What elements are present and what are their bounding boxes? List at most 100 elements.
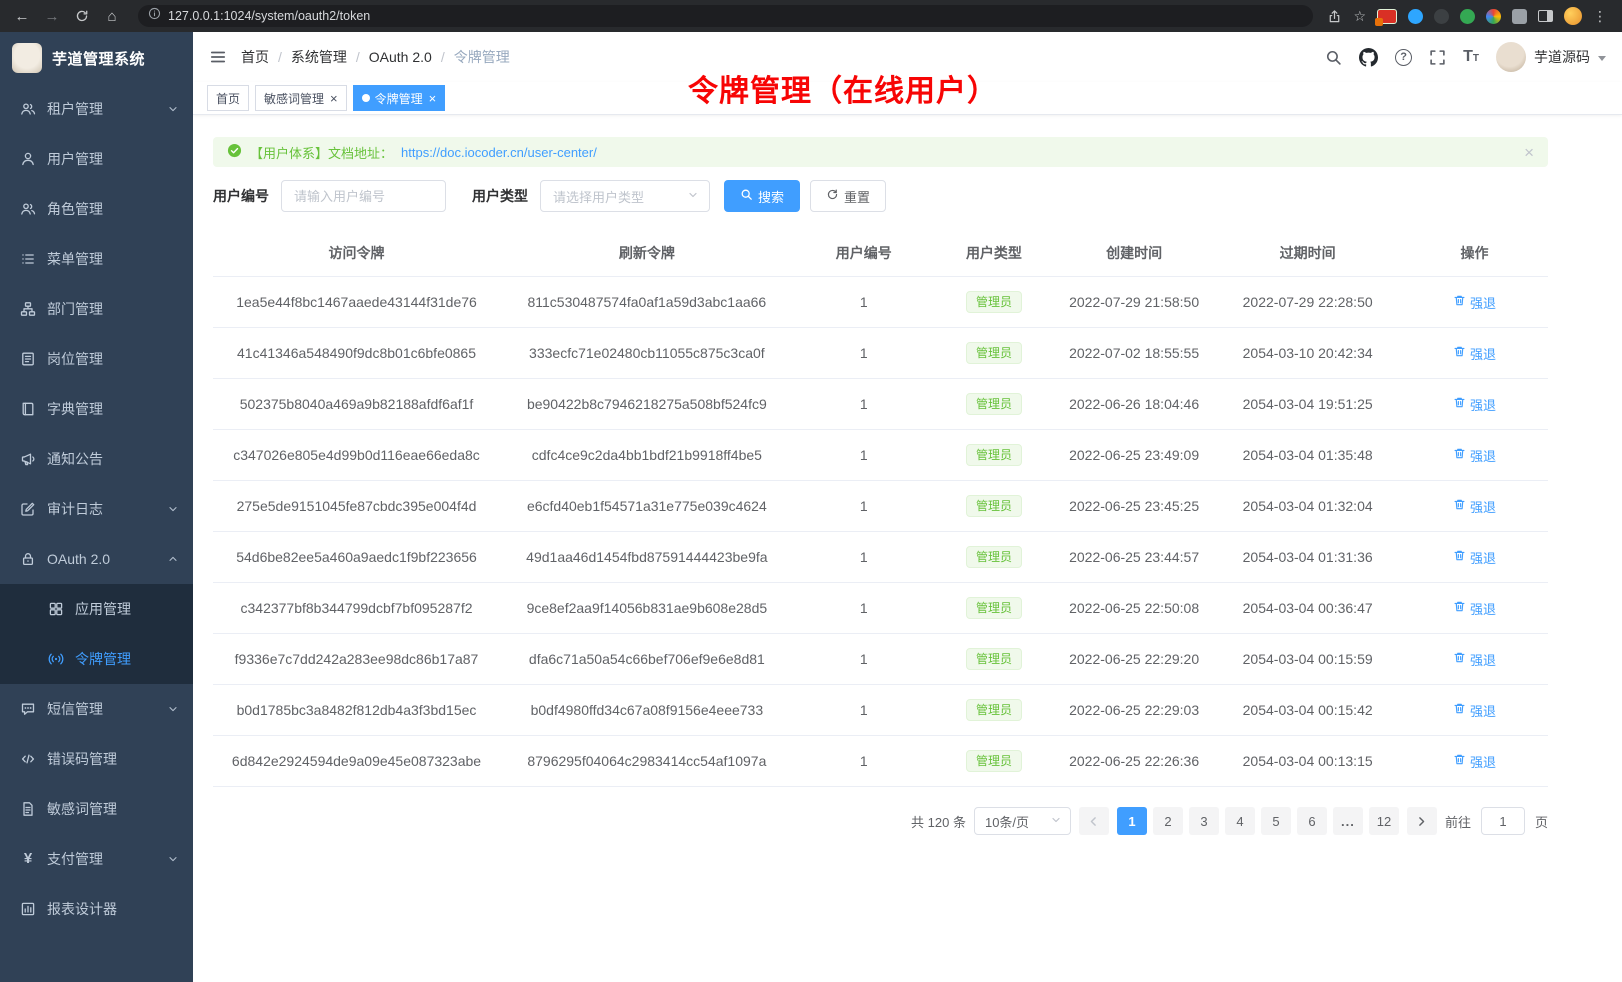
sidebar-item-3[interactable]: 菜单管理 xyxy=(0,234,193,284)
badge-icon xyxy=(20,351,36,367)
user-type-select[interactable]: 请选择用户类型 xyxy=(540,180,710,212)
font-size-icon[interactable]: TT xyxy=(1463,49,1479,65)
sidebar-item-14[interactable]: 敏感词管理 xyxy=(0,784,193,834)
close-tab-icon[interactable]: × xyxy=(330,92,338,105)
sidebar-item-7[interactable]: 通知公告 xyxy=(0,434,193,484)
page-button-6[interactable]: 6 xyxy=(1297,807,1327,835)
page-button-3[interactable]: 3 xyxy=(1189,807,1219,835)
search-icon[interactable] xyxy=(1325,49,1342,66)
alert-link[interactable]: https://doc.iocoder.cn/user-center/ xyxy=(401,145,597,160)
message-icon xyxy=(20,701,36,717)
force-logout-button[interactable]: 强退 xyxy=(1453,395,1496,414)
sidebar-item-11[interactable]: 令牌管理 xyxy=(0,634,193,684)
sidebar-item-9[interactable]: OAuth 2.0 xyxy=(0,534,193,584)
browser-profile-avatar[interactable] xyxy=(1564,7,1582,25)
app-logo[interactable]: 芋道管理系统 xyxy=(0,32,193,84)
extension-icon-dark[interactable] xyxy=(1434,9,1449,24)
info-alert: 【用户体系】文档地址： https://doc.iocoder.cn/user-… xyxy=(213,137,1548,167)
extension-icon-multicolor[interactable] xyxy=(1486,9,1501,24)
prev-page-button[interactable] xyxy=(1079,807,1109,835)
force-logout-button[interactable]: 强退 xyxy=(1453,752,1496,771)
browser-menu-icon[interactable]: ⋮ xyxy=(1593,8,1608,25)
forward-button[interactable]: → xyxy=(40,9,64,24)
refresh-token-cell: dfa6c71a50a54c66bef706ef9e6e8d81 xyxy=(500,634,794,685)
tab-1[interactable]: 敏感词管理× xyxy=(255,85,347,111)
share-icon[interactable] xyxy=(1327,9,1342,24)
force-logout-button[interactable]: 强退 xyxy=(1453,293,1496,312)
breadcrumb-item-2[interactable]: OAuth 2.0 xyxy=(369,49,432,65)
table-row: 275e5de9151045fe87cbdc395e004f4de6cfd40e… xyxy=(213,481,1548,532)
sidebar-item-13[interactable]: 错误码管理 xyxy=(0,734,193,784)
user-menu[interactable]: 芋道源码 xyxy=(1496,42,1606,72)
page-more-button[interactable]: ... xyxy=(1333,807,1363,835)
sidebar-item-4[interactable]: 部门管理 xyxy=(0,284,193,334)
sidebar-item-10[interactable]: 应用管理 xyxy=(0,584,193,634)
github-icon[interactable] xyxy=(1359,48,1378,67)
force-logout-button[interactable]: 强退 xyxy=(1453,497,1496,516)
sidebar-item-label: OAuth 2.0 xyxy=(47,551,110,567)
help-icon[interactable]: ? xyxy=(1395,49,1412,66)
sidebar-item-6[interactable]: 字典管理 xyxy=(0,384,193,434)
bookmark-star-icon[interactable]: ☆ xyxy=(1353,8,1366,25)
page-button-4[interactable]: 4 xyxy=(1225,807,1255,835)
force-logout-button[interactable]: 强退 xyxy=(1453,701,1496,720)
refresh-token-cell: 333ecfc71e02480cb11055c875c3ca0f xyxy=(500,328,794,379)
create-time-cell: 2022-06-25 23:45:25 xyxy=(1054,481,1214,532)
sidebar-item-8[interactable]: 审计日志 xyxy=(0,484,193,534)
reset-button[interactable]: 重置 xyxy=(810,180,886,212)
page-button-5[interactable]: 5 xyxy=(1261,807,1291,835)
table-row: c342377bf8b344799dcbf7bf095287f29ce8ef2a… xyxy=(213,583,1548,634)
home-button[interactable]: ⌂ xyxy=(100,9,124,24)
fullscreen-icon[interactable] xyxy=(1429,49,1446,66)
refresh-token-cell: 8796295f04064c2983414cc54af1097a xyxy=(500,736,794,787)
close-tab-icon[interactable]: × xyxy=(429,92,437,105)
force-logout-button[interactable]: 强退 xyxy=(1453,344,1496,363)
user-id-input[interactable] xyxy=(281,180,446,212)
extension-icon-red[interactable] xyxy=(1377,9,1397,24)
breadcrumb-item-1[interactable]: 系统管理 xyxy=(291,47,347,67)
user-id-cell: 1 xyxy=(794,328,934,379)
user-id-cell: 1 xyxy=(794,634,934,685)
access-token-cell: f9336e7c7dd242a283ee98dc86b17a87 xyxy=(213,634,500,685)
tab-0[interactable]: 首页 xyxy=(207,85,249,111)
create-time-cell: 2022-06-25 22:29:03 xyxy=(1054,685,1214,736)
back-button[interactable]: ← xyxy=(10,9,34,24)
sidebar-item-1[interactable]: 用户管理 xyxy=(0,134,193,184)
filter-bar: 用户编号 用户类型 请选择用户类型 搜索 重置 xyxy=(213,180,1548,212)
collapse-sidebar-icon[interactable] xyxy=(209,48,227,66)
action-cell: 强退 xyxy=(1401,736,1548,787)
user-type-badge: 管理员 xyxy=(966,546,1022,568)
extensions-puzzle-icon[interactable] xyxy=(1512,9,1527,24)
next-page-button[interactable] xyxy=(1407,807,1437,835)
site-info-icon[interactable] xyxy=(148,7,161,25)
breadcrumb-item-0[interactable]: 首页 xyxy=(241,47,269,67)
page-button-12[interactable]: 12 xyxy=(1369,807,1399,835)
sidebar-item-16[interactable]: 报表设计器 xyxy=(0,884,193,934)
side-panel-icon[interactable] xyxy=(1538,10,1553,22)
sidebar-item-5[interactable]: 岗位管理 xyxy=(0,334,193,384)
sidebar-menu: 租户管理用户管理角色管理菜单管理部门管理岗位管理字典管理通知公告审计日志 OAut… xyxy=(0,84,193,982)
refresh-icon xyxy=(826,188,839,204)
address-bar[interactable]: 127.0.0.1:1024/system/oauth2/token xyxy=(138,5,1313,27)
force-logout-button[interactable]: 强退 xyxy=(1453,548,1496,567)
page-button-2[interactable]: 2 xyxy=(1153,807,1183,835)
sidebar-item-2[interactable]: 角色管理 xyxy=(0,184,193,234)
page-button-1[interactable]: 1 xyxy=(1117,807,1147,835)
sidebar-item-15[interactable]: ¥支付管理 xyxy=(0,834,193,884)
search-button[interactable]: 搜索 xyxy=(724,180,800,212)
tab-2[interactable]: 令牌管理× xyxy=(353,85,446,111)
breadcrumb-item-3: 令牌管理 xyxy=(454,47,510,67)
force-logout-button[interactable]: 强退 xyxy=(1453,599,1496,618)
extension-icon-green[interactable] xyxy=(1460,9,1475,24)
page-size-select[interactable]: 10条/页 xyxy=(974,807,1071,835)
alert-close-icon[interactable]: × xyxy=(1524,144,1534,161)
force-logout-button[interactable]: 强退 xyxy=(1453,650,1496,669)
reload-button[interactable] xyxy=(70,9,94,23)
user-type-label: 用户类型 xyxy=(472,186,528,206)
expire-time-cell: 2054-03-04 19:51:25 xyxy=(1214,379,1401,430)
sidebar-item-0[interactable]: 租户管理 xyxy=(0,84,193,134)
extension-icon-blue[interactable] xyxy=(1408,9,1423,24)
force-logout-button[interactable]: 强退 xyxy=(1453,446,1496,465)
goto-page-input[interactable] xyxy=(1481,807,1525,835)
sidebar-item-12[interactable]: 短信管理 xyxy=(0,684,193,734)
